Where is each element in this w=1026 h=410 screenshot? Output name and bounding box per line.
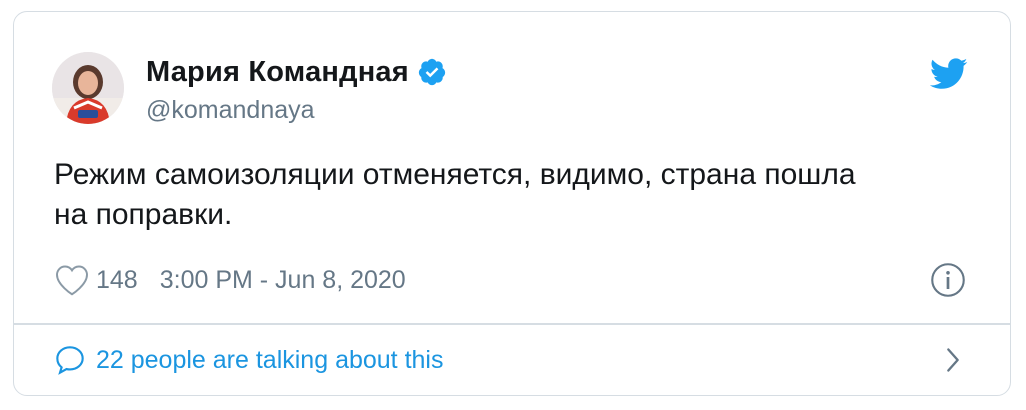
- divider: [13, 323, 1011, 325]
- author-row: Мария Командная: [146, 52, 447, 92]
- speech-bubble-icon: [56, 346, 84, 375]
- tweet-text: Режим самоизоляции отменяется, видимо, с…: [54, 155, 954, 235]
- conversation-link[interactable]: 22 people are talking about this: [54, 342, 443, 378]
- heart-icon[interactable]: [54, 263, 90, 297]
- like-count: 148: [96, 265, 138, 294]
- conversation-link-text[interactable]: 22 people are talking about this: [96, 346, 443, 375]
- author-name[interactable]: Мария Командная: [146, 56, 409, 89]
- verified-badge-icon: [418, 58, 446, 86]
- chevron-right-icon[interactable]: [942, 346, 964, 374]
- tweet-text-line: на поправки.: [54, 198, 233, 231]
- tweet-timestamp[interactable]: 3:00 PM - Jun 8, 2020: [160, 266, 406, 295]
- tweet-text-line: Режим самоизоляции отменяется, видимо, с…: [54, 158, 856, 191]
- avatar[interactable]: [52, 52, 124, 124]
- author-handle[interactable]: @komandnaya: [146, 96, 315, 125]
- info-icon[interactable]: [930, 262, 966, 298]
- tweet-meta: 148 3:00 PM - Jun 8, 2020: [54, 262, 406, 298]
- twitter-bird-icon[interactable]: [930, 58, 968, 90]
